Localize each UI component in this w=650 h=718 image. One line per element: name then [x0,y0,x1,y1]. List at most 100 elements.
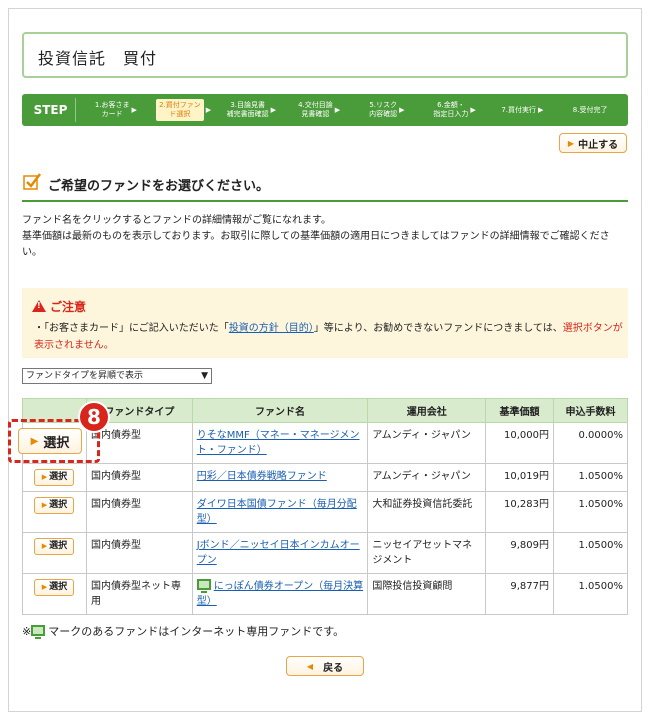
select-button[interactable]: ▶ 選択 [34,538,75,555]
select-button[interactable]: ▶ 選択 [34,579,75,596]
step-arrow-icon: ▶ [538,105,544,114]
step-item-label: 5.リスク 内容確認 [369,101,398,118]
footnote-text: マークのあるファンドはインターネット専用ファンドです。 [48,625,345,638]
fund-table: ファンドタイプ ファンド名 運用会社 基準価額 申込手数料 国内債券型 りそなMM… [22,398,628,615]
select-cell: ▶ 選択 [22,463,87,492]
fund-name-wrap: りそなMMF（マネー・マネージメント・ファンド） [197,430,360,456]
select-button-label: 選択 [49,472,68,482]
fund-name-cell: ダイワ日本国債ファンド（毎月分配型） [191,491,369,533]
footnote-prefix: ※ [22,625,32,638]
header-base-price: 基準価額 [485,398,554,423]
select-button-highlighted[interactable]: ▶ 選択 [18,428,82,454]
company-cell: アムンディ・ジャパン [367,463,487,492]
intro-text: ファンド名をクリックするとファンドの詳細情報がご覧になれます。 基準価額は最新の… [22,213,628,261]
company-cell: 国際投信投資顧問 [367,573,487,615]
fund-name-cell: Jボンド／ニッセイ日本インカムオープン [191,532,369,574]
stop-button-label: 中止する [578,139,619,151]
fund-name-link[interactable]: にっぽん債券オープン（毎月決算型） [197,581,363,607]
step-item-label: 6.金額・ 指定日入力 [433,101,469,118]
select-button-highlighted-label: 選択 [43,435,70,451]
select-button-label: 選択 [49,500,68,510]
select-cell: ▶ 選択 [22,491,87,533]
select-cell: ▶ 選択 [22,532,87,574]
step-arrow-icon: ▶ [470,105,476,114]
page-title: 投資信託 買付 [38,49,158,68]
chevron-down-icon: ▼ [201,371,208,381]
intro-line-1: ファンド名をクリックするとファンドの詳細情報がご覧になれます。 [22,215,331,226]
notice-box: ご注意 ・「お客さまカード」にご記入いただいた「投資の方針（目的）」等により、お… [22,288,628,358]
select-button-label: 選択 [49,541,68,551]
fund-table-header: ファンドタイプ ファンド名 運用会社 基準価額 申込手数料 [22,398,628,423]
step-item-label: 3.目論見書 補完書面確認 [226,101,269,118]
step-arrow-icon: ▶ [270,105,277,114]
header-fee: 申込手数料 [553,398,628,423]
step-item-label: 1.お客さま カード [94,101,130,118]
play-arrow-icon: ▶ [41,501,48,509]
step-item-5: 5.リスク 内容確認 ▶ [353,98,421,122]
net-only-footnote: ※ マークのあるファンドはインターネット専用ファンドです。 [22,623,344,639]
step-item-1: 1.お客さま カード ▶ [82,98,150,122]
table-row: ▶ 選択 国内債券型 ダイワ日本国債ファンド（毎月分配型） 大和証券投資信託委託 10,2… [22,491,628,533]
step-arrow-icon: ▶ [334,105,341,114]
fund-type-cell: 国内債券型 [85,532,193,574]
play-arrow-icon: ▶ [41,542,48,550]
computer-icon [196,579,211,593]
step-label: STEP [26,98,76,122]
fund-name-cell: にっぽん債券オープン（毎月決算型） [191,573,369,615]
play-arrow-icon: ▶ [567,138,575,148]
checkbox-check-icon [23,173,41,190]
back-button[interactable]: ◀ 戻る [286,656,364,676]
section-heading: ご希望のファンドをお選びください。 [22,170,628,202]
sort-select[interactable]: ファンドタイプを昇順で表示 ▼ [22,368,212,384]
fund-name-link[interactable]: Jボンド／ニッセイ日本インカムオープン [197,540,360,566]
fee-cell: 0.0000% [553,422,628,464]
step-item-label: 2.買付ファン ド選択 [156,99,204,121]
fee-cell: 1.0500% [553,463,628,492]
back-button-label: 戻る [323,662,344,674]
select-button[interactable]: ▶ 選択 [34,469,75,486]
sort-select-value: ファンドタイプを昇順で表示 [26,371,144,381]
fee-cell: 1.0500% [553,491,628,533]
stop-button[interactable]: ▶ 中止する [559,133,627,153]
select-button[interactable]: ▶ 選択 [34,497,75,514]
section-heading-text: ご希望のファンドをお選びください。 [48,179,270,194]
fund-name-cell: りそなMMF（マネー・マネージメント・ファンド） [191,422,369,464]
table-row: 国内債券型 りそなMMF（マネー・マネージメント・ファンド） アムンディ・ジャパン 1… [22,422,628,464]
step-number-badge: 8 [78,401,110,433]
notice-title-text: ご注意 [50,300,87,314]
fund-name-wrap: にっぽん債券オープン（毎月決算型） [196,579,363,607]
step-item-8: 8.受付完了 [556,98,624,122]
base-price-cell: 9,877円 [485,573,554,615]
fund-name-link[interactable]: 円彩／日本債券戦略ファンド [197,471,327,482]
company-cell: 大和証券投資信託委託 [367,491,487,533]
header-company: 運用会社 [367,398,487,423]
select-button-label: 選択 [49,582,68,592]
investment-policy-link[interactable]: 投資の方針（目的） [229,323,314,334]
notice-title: ご注意 [32,298,86,315]
step-arrow-icon: ▶ [131,105,137,114]
step-item-7: 7.買付実行 ▶ [489,98,557,122]
fund-type-cell: 国内債券型ネット専用 [85,573,193,615]
table-row: ▶ 選択 国内債券型 円彩／日本債券戦略ファンド アムンディ・ジャパン 10,019円 1.… [22,463,628,492]
base-price-cell: 10,283円 [485,491,554,533]
fund-name-cell: 円彩／日本債券戦略ファンド [191,463,369,492]
fund-name-wrap: Jボンド／ニッセイ日本インカムオープン [197,540,360,566]
select-cell: ▶ 選択 [22,573,87,615]
play-arrow-icon: ▶ [41,473,48,481]
step-item-3: 3.目論見書 補完書面確認 ▶ [218,98,286,122]
fund-name-link[interactable]: りそなMMF（マネー・マネージメント・ファンド） [197,430,360,456]
step-item-label: 8.受付完了 [572,105,608,114]
step-item-4: 4.交付目論 見書確認 ▶ [285,98,353,122]
intro-line-2: 基準価額は最新のものを表示しております。お取引に際しての基準価額の適用日につきま… [22,231,610,258]
warning-icon [32,300,46,312]
notice-text-before: ・「お客さまカード」にご記入いただいた「 [34,323,229,334]
fund-type-cell: 国内債券型 [85,491,193,533]
step-item-label: 4.交付目論 見書確認 [298,101,333,118]
fund-name-link[interactable]: ダイワ日本国債ファンド（毎月分配型） [197,499,357,525]
table-row: ▶ 選択 国内債券型 Jボンド／ニッセイ日本インカムオープン ニッセイアセットマネジメン… [22,532,628,574]
table-row: ▶ 選択 国内債券型ネット専用 にっぽん債券オープン（毎月決算型） 国際投信投資顧問 9,… [22,573,628,615]
back-arrow-icon: ◀ [306,661,314,671]
step-progress-bar: STEP 1.お客さま カード ▶ 2.買付ファン ド選択 ▶ 3.目論見書 補完書面確… [22,94,628,126]
fee-cell: 1.0500% [553,532,628,574]
base-price-cell: 10,000円 [485,422,554,464]
